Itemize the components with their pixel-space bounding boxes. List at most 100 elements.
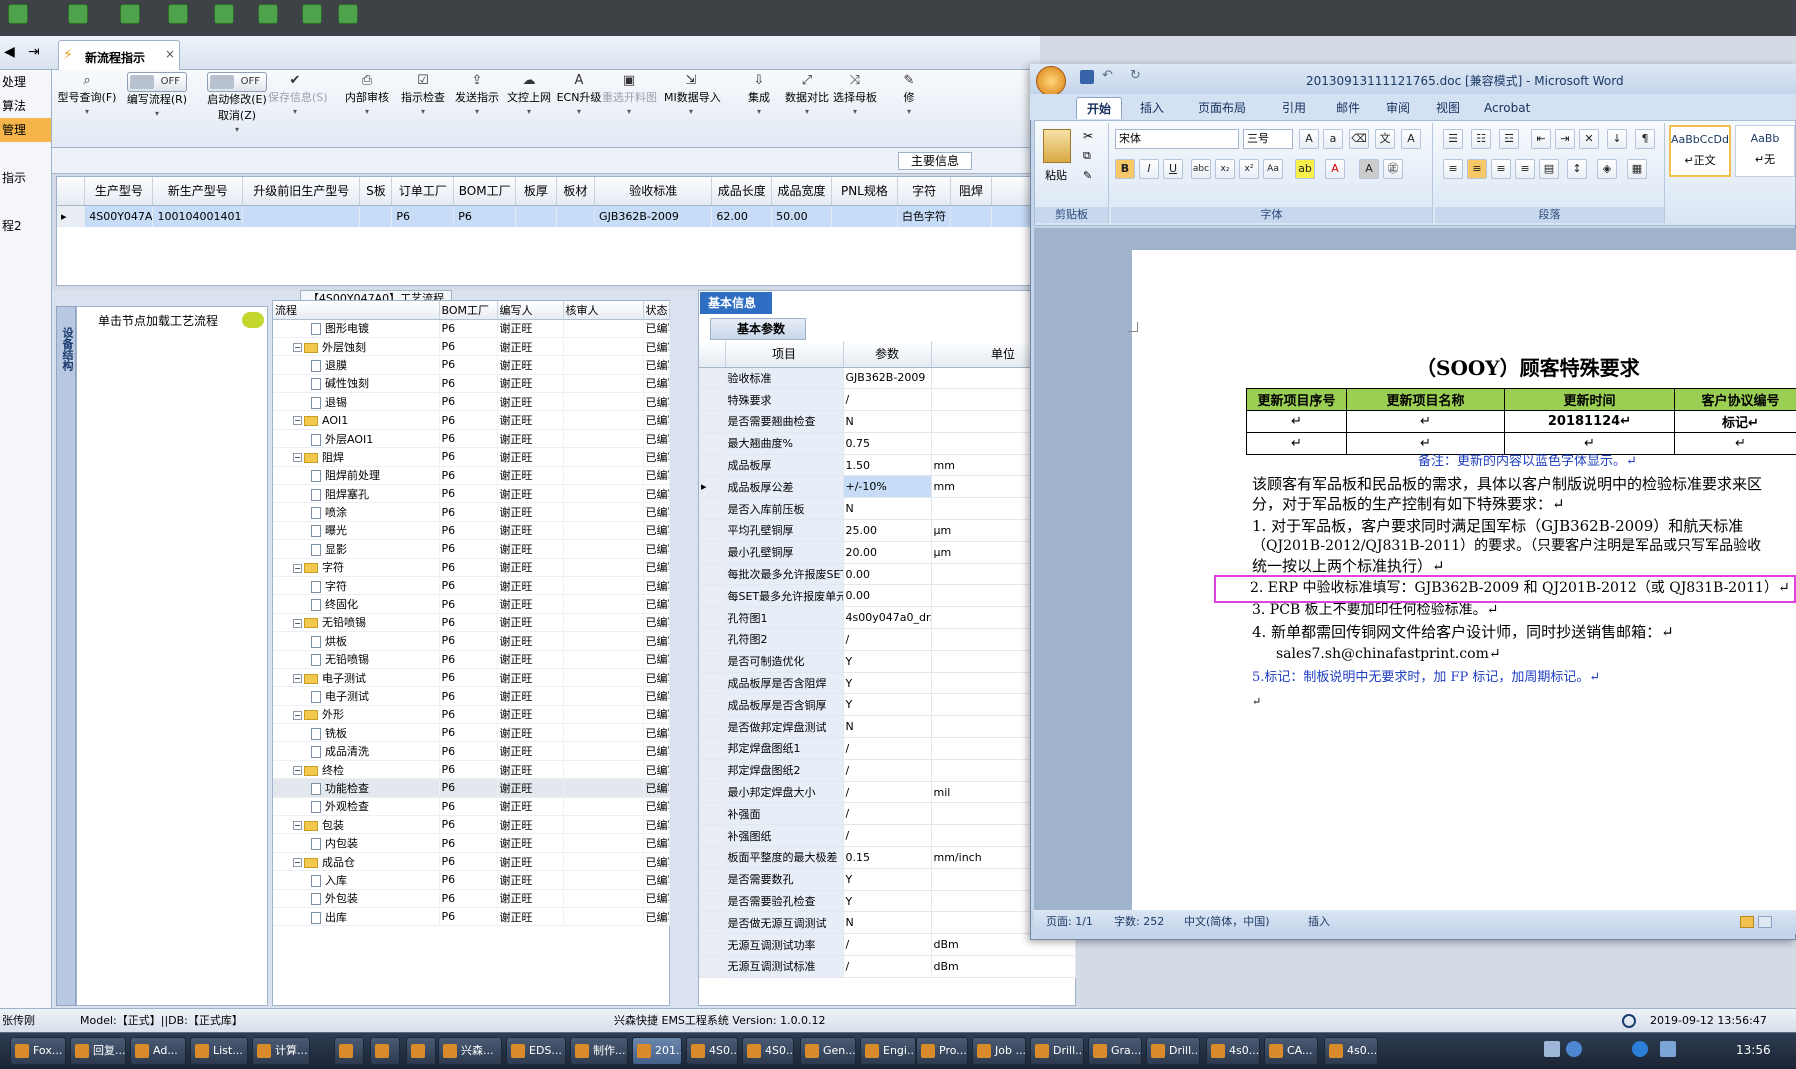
align-left-icon[interactable]: ≡ — [1443, 159, 1463, 179]
taskbar-item[interactable]: Job ... — [972, 1037, 1026, 1065]
taskbar-item[interactable]: CA... — [1264, 1037, 1318, 1065]
paste-icon[interactable] — [1043, 129, 1071, 163]
collapse-left-icon[interactable]: ◀ — [4, 44, 15, 60]
word-tab[interactable]: 审阅 — [1376, 97, 1420, 119]
param-row[interactable]: 孔符图1 4s00y047a0_dr... — [699, 606, 1076, 630]
param-row[interactable]: 邦定焊盘图纸1/ — [699, 737, 1076, 760]
param-row[interactable]: 补强图纸 / — [699, 824, 1076, 848]
multilevel-list-icon[interactable]: ☲ — [1499, 129, 1519, 149]
tree-row[interactable]: 外包装 P6谢正旺 已编写 — [273, 889, 670, 909]
taskbar-item[interactable]: 回复... — [70, 1037, 126, 1065]
param-value[interactable]: 20.00 — [843, 541, 932, 564]
asian-layout-icon[interactable]: ✕ — [1579, 129, 1599, 149]
column-header[interactable]: PNL规格 — [831, 177, 898, 206]
dropdown-arrow-icon[interactable]: ▾ — [828, 106, 882, 118]
dropdown-arrow-icon[interactable]: ▾ — [396, 106, 450, 118]
param-value[interactable]: N — [843, 497, 932, 521]
param-value[interactable]: / — [843, 933, 932, 957]
param-value[interactable]: N — [843, 715, 932, 739]
param-value[interactable]: / — [843, 628, 932, 651]
font-name-combo[interactable]: 宋体 — [1115, 129, 1239, 149]
dropdown-arrow-icon[interactable]: ▾ — [732, 106, 786, 118]
taskbar-item[interactable] — [406, 1037, 436, 1065]
network-icon[interactable] — [1632, 1041, 1648, 1057]
param-value[interactable]: 25.00 — [843, 519, 932, 542]
taskbar-item[interactable]: 4s0... — [1206, 1037, 1260, 1065]
tree-column-header[interactable]: 流程 — [273, 301, 440, 320]
tree-row[interactable]: − 阻焊 P6谢正旺 已编写 — [273, 447, 670, 467]
dropdown-arrow-icon[interactable]: ▾ — [780, 106, 834, 118]
dropdown-arrow-icon[interactable]: ▾ — [340, 106, 394, 118]
left-nav-item[interactable]: 指示 — [0, 166, 51, 190]
taskbar-item[interactable]: List... — [190, 1037, 248, 1065]
sort-icon[interactable]: ↓ — [1607, 129, 1627, 149]
export-icon[interactable] — [214, 4, 234, 24]
column-header[interactable]: 升级前旧生产型号 — [242, 177, 361, 206]
param-row[interactable]: ▸ 成品板厚公差 +/-10% mm — [699, 475, 1076, 499]
param-row[interactable]: 成品板厚是否含铜厚 Y — [699, 693, 1076, 717]
param-row[interactable]: 最小邦定焊盘大小 / mil — [699, 781, 1076, 804]
tree-row[interactable]: 内包装 P6谢正旺 已编写 — [273, 833, 670, 853]
dropdown-arrow-icon[interactable]: ▾ — [450, 106, 504, 118]
style-no-spacing[interactable]: AaBb ↵无 — [1735, 125, 1795, 177]
expand-toggle-icon[interactable]: − — [293, 858, 302, 868]
tree-row[interactable]: 阻焊前处理 P6谢正旺 已编写 — [273, 466, 670, 486]
table-cell[interactable] — [950, 205, 992, 227]
param-value[interactable]: Y — [843, 890, 932, 913]
toolbar-button-2[interactable]: OFF 启动修改(E) 取消(Z) ▾ — [198, 72, 276, 144]
taskbar-item[interactable]: Engi... — [860, 1037, 916, 1065]
tree-row[interactable]: 铣板 P6谢正旺 已编写 — [273, 723, 670, 743]
close-icon[interactable]: × — [165, 47, 175, 61]
toggle-switch[interactable]: OFF — [127, 72, 187, 92]
table-cell[interactable]: 50.00 — [771, 205, 832, 227]
tree-row[interactable]: − 无铅喷锡 P6谢正旺 已编写 — [273, 613, 670, 633]
tree-row[interactable]: 曝光 P6谢正旺 已编写 — [273, 521, 670, 541]
left-nav-item[interactable] — [0, 142, 51, 166]
dropdown-arrow-icon[interactable]: ▾ — [502, 106, 556, 118]
tree-column-header[interactable]: 编写人 — [497, 301, 564, 320]
param-row[interactable]: 补强面 / — [699, 802, 1076, 826]
param-column-header[interactable]: 项目 — [725, 341, 844, 368]
side-tab-equipment[interactable]: 设备结构 — [56, 306, 76, 1006]
align-center-icon[interactable]: ≡ — [1467, 159, 1487, 179]
pin-icon[interactable]: ⇥ — [28, 44, 40, 60]
user-icon[interactable] — [302, 4, 322, 24]
param-value[interactable]: 0.15 — [843, 846, 932, 869]
paste-label[interactable]: 粘贴 — [1045, 167, 1067, 183]
align-right-icon[interactable]: ≡ — [1491, 159, 1511, 179]
tree-row[interactable]: 外观检查 P6谢正旺 已编写 — [273, 797, 670, 817]
expand-toggle-icon[interactable]: − — [293, 416, 302, 426]
table-cell[interactable]: 4S00Y047A0 — [84, 205, 154, 227]
param-value[interactable]: +/-10% — [843, 475, 932, 499]
taskbar-item[interactable]: 4S0... — [742, 1037, 794, 1065]
param-value[interactable]: Y — [843, 650, 932, 673]
column-header[interactable]: 生产型号 — [84, 177, 154, 206]
office-button-icon[interactable] — [1036, 66, 1066, 96]
word-tab[interactable]: 开始 — [1076, 97, 1123, 119]
phonetic-icon[interactable]: 文 — [1375, 129, 1395, 149]
expand-toggle-icon[interactable]: − — [293, 710, 302, 720]
tree-row[interactable]: 阻焊塞孔 P6谢正旺 已编写 — [273, 484, 670, 504]
tree-row[interactable]: 烘板 P6谢正旺 已编写 — [273, 631, 670, 651]
volume-icon[interactable] — [1660, 1041, 1676, 1057]
dropdown-arrow-icon[interactable]: ▾ — [54, 106, 120, 118]
table-cell[interactable] — [831, 205, 898, 227]
full-screen-icon[interactable] — [1758, 916, 1772, 928]
tree-row[interactable]: − 成品仓 P6谢正旺 已编写 — [273, 852, 670, 872]
highlight-icon[interactable]: ab — [1295, 159, 1315, 179]
grow-font-icon[interactable]: A — [1299, 129, 1319, 149]
tree-row[interactable]: 字符 P6谢正旺 已编写 — [273, 576, 670, 596]
tree-row[interactable]: 退锡 P6谢正旺 已编写 — [273, 392, 670, 412]
column-header[interactable]: BOM工厂 — [453, 177, 517, 206]
change-case-icon[interactable]: Aa — [1263, 159, 1283, 179]
save-icon[interactable] — [1080, 70, 1094, 84]
taskbar-item[interactable]: Drill... — [1030, 1037, 1084, 1065]
dropdown-arrow-icon[interactable]: ▾ — [198, 124, 276, 136]
app-icon[interactable] — [8, 4, 28, 24]
tree-column-header[interactable]: 状态 — [643, 301, 670, 320]
numbering-icon[interactable]: ☷ — [1471, 129, 1491, 149]
param-value[interactable]: 4s00y047a0_dr... — [843, 606, 932, 630]
font-color-icon[interactable]: A — [1325, 159, 1345, 179]
param-value[interactable]: / — [843, 802, 932, 826]
tree-row[interactable]: 无铅喷锡 P6谢正旺 已编写 — [273, 650, 670, 669]
